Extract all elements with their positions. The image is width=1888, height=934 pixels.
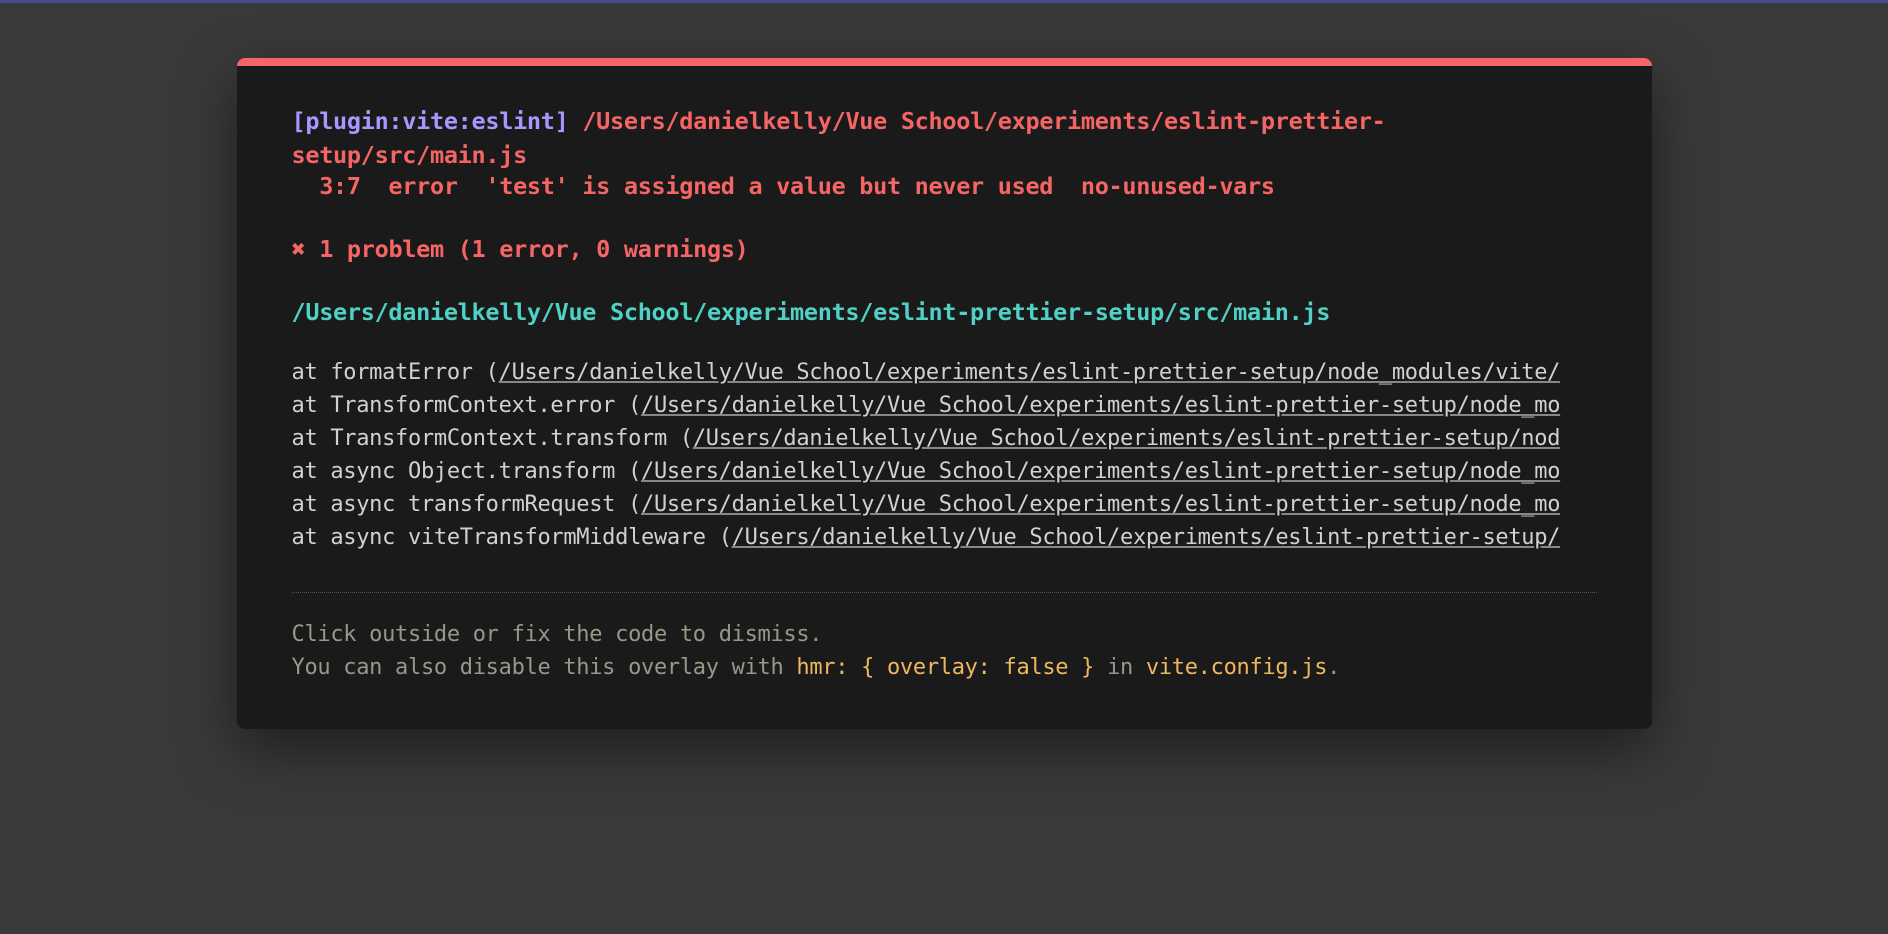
hmr-config-code: hmr: { overlay: false } [796, 655, 1094, 680]
dismiss-tip: Click outside or fix the code to dismiss… [292, 618, 1597, 684]
error-header: [plugin:vite:eslint] /Users/danielkelly/… [292, 104, 1597, 172]
overlay-top-accent [237, 58, 1652, 66]
stack-prefix: at async transformRequest ( [292, 492, 642, 517]
config-file-name: vite.config.js [1146, 655, 1327, 680]
stack-prefix: at TransformContext.error ( [292, 393, 642, 418]
stack-line: at async viteTransformMiddleware (/Users… [292, 521, 1597, 554]
divider [292, 592, 1597, 593]
stack-line: at async Object.transform (/Users/daniel… [292, 455, 1597, 488]
stack-line: at TransformContext.transform (/Users/da… [292, 422, 1597, 455]
overlay-content: [plugin:vite:eslint] /Users/danielkelly/… [237, 66, 1652, 729]
tip-line-1: Click outside or fix the code to dismiss… [292, 618, 1597, 651]
stack-line: at async transformRequest (/Users/daniel… [292, 488, 1597, 521]
stack-prefix: at async Object.transform ( [292, 459, 642, 484]
stack-line: at formatError (/Users/danielkelly/Vue S… [292, 356, 1597, 389]
stack-line: at TransformContext.error (/Users/daniel… [292, 389, 1597, 422]
stack-path[interactable]: /Users/danielkelly/Vue School/experiment… [499, 360, 1561, 385]
error-overlay: [plugin:vite:eslint] /Users/danielkelly/… [237, 58, 1652, 729]
error-icon: ✖ [292, 235, 306, 263]
stack-path[interactable]: /Users/danielkelly/Vue School/experiment… [732, 525, 1561, 550]
stack-path[interactable]: /Users/danielkelly/Vue School/experiment… [641, 393, 1560, 418]
stack-prefix: at formatError ( [292, 360, 499, 385]
stack-prefix: at async viteTransformMiddleware ( [292, 525, 732, 550]
stack-path[interactable]: /Users/danielkelly/Vue School/experiment… [641, 492, 1560, 517]
stack-trace: at formatError (/Users/danielkelly/Vue S… [292, 356, 1597, 554]
problem-summary: ✖ 1 problem (1 error, 0 warnings) [292, 235, 1597, 263]
stack-path[interactable]: /Users/danielkelly/Vue School/experiment… [641, 459, 1560, 484]
overlay-container[interactable]: [plugin:vite:eslint] /Users/danielkelly/… [217, 58, 1672, 729]
problem-summary-text: 1 problem (1 error, 0 warnings) [319, 235, 748, 263]
stack-prefix: at TransformContext.transform ( [292, 426, 693, 451]
source-file-path: /Users/danielkelly/Vue School/experiment… [292, 298, 1597, 326]
error-detail-line: 3:7 error 'test' is assigned a value but… [292, 172, 1597, 200]
window-top-border [0, 0, 1888, 3]
plugin-tag: [plugin:vite:eslint] [292, 107, 569, 135]
stack-path[interactable]: /Users/danielkelly/Vue School/experiment… [693, 426, 1560, 451]
tip-line-2: You can also disable this overlay with h… [292, 651, 1597, 684]
